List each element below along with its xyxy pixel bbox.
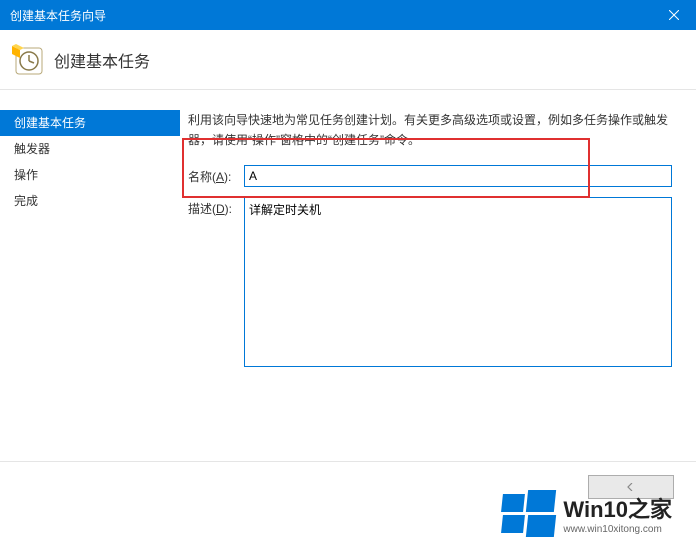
close-button[interactable] bbox=[651, 0, 696, 30]
name-label: 名称(A): bbox=[188, 165, 244, 185]
page-title: 创建基本任务 bbox=[54, 48, 150, 72]
intro-text: 利用该向导快速地为常见任务创建计划。有关更多高级选项或设置，例如多任务操作或触发… bbox=[188, 110, 672, 151]
watermark-text: Win10之家 www.win10xitong.com bbox=[563, 492, 672, 535]
watermark-url: www.win10xitong.com bbox=[563, 524, 672, 535]
sidebar-item-finish[interactable]: 完成 bbox=[0, 188, 180, 214]
description-input[interactable] bbox=[244, 197, 672, 367]
watermark-brand: Win10之家 bbox=[563, 492, 672, 524]
content-area: 创建基本任务 触发器 操作 完成 利用该向导快速地为常见任务创建计划。有关更多高… bbox=[0, 90, 696, 460]
name-input[interactable] bbox=[244, 165, 672, 187]
titlebar: 创建基本任务向导 bbox=[0, 0, 696, 30]
wizard-header: 创建基本任务 bbox=[0, 30, 696, 90]
name-row: 名称(A): bbox=[188, 165, 672, 187]
sidebar-item-trigger[interactable]: 触发器 bbox=[0, 136, 180, 162]
main-panel: 利用该向导快速地为常见任务创建计划。有关更多高级选项或设置，例如多任务操作或触发… bbox=[180, 90, 696, 460]
sidebar-item-create-basic-task[interactable]: 创建基本任务 bbox=[0, 110, 180, 136]
footer: Win10之家 www.win10xitong.com bbox=[0, 461, 696, 549]
windows-logo-icon bbox=[502, 490, 555, 537]
task-icon bbox=[12, 44, 44, 76]
sidebar-item-action[interactable]: 操作 bbox=[0, 162, 180, 188]
description-label: 描述(D): bbox=[188, 197, 244, 217]
watermark: Win10之家 www.win10xitong.com bbox=[502, 490, 672, 537]
close-icon bbox=[669, 10, 679, 20]
window-title: 创建基本任务向导 bbox=[0, 7, 651, 24]
wizard-sidebar: 创建基本任务 触发器 操作 完成 bbox=[0, 90, 180, 460]
description-row: 描述(D): bbox=[188, 197, 672, 367]
